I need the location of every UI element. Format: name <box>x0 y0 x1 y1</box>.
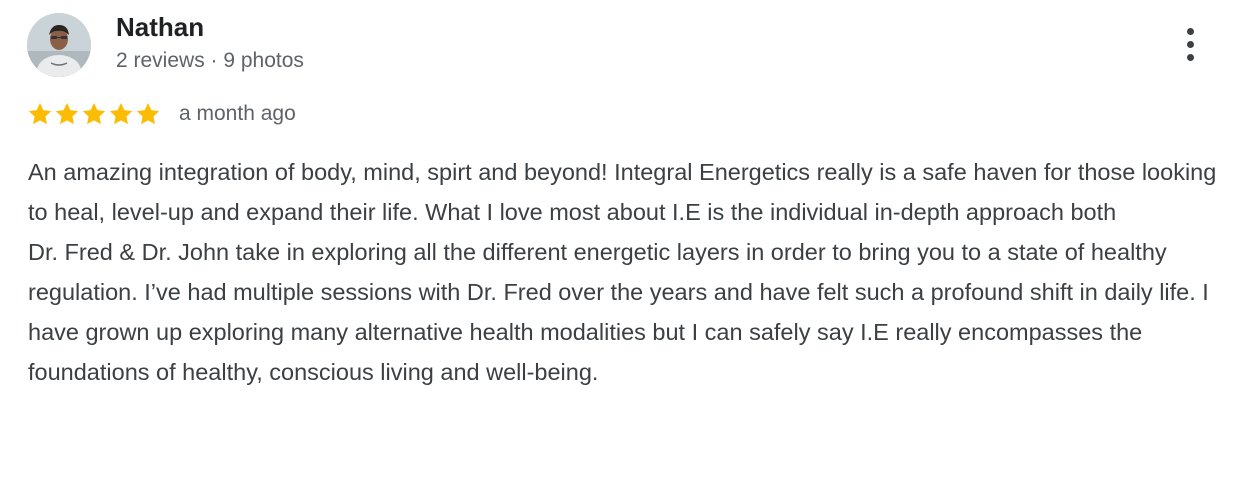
more-options-button[interactable] <box>1168 22 1212 66</box>
star-rating <box>27 101 161 127</box>
reviewer-name[interactable]: Nathan <box>116 12 204 42</box>
star-icon <box>28 102 52 125</box>
review-paragraph: An amazing integration of body, mind, sp… <box>28 159 1217 225</box>
review-text: An amazing integration of body, mind, sp… <box>28 152 1218 392</box>
more-vert-icon-dot <box>1186 27 1194 35</box>
star-icon <box>82 102 106 125</box>
star-icon <box>55 102 79 125</box>
reviewer-meta: 2 reviews · 9 photos <box>116 49 304 72</box>
avatar-photo <box>27 13 91 77</box>
more-vert-icon-dot <box>1186 40 1194 48</box>
reviewer-avatar[interactable] <box>27 13 91 77</box>
rating-row: a month ago <box>27 99 296 129</box>
star-icon <box>109 102 133 125</box>
more-vert-icon-dot <box>1186 53 1194 61</box>
review-date: a month ago <box>179 102 296 125</box>
star-icon <box>136 102 160 125</box>
review-paragraph: Dr. Fred & Dr. John take in exploring al… <box>28 239 1209 385</box>
review-card: Nathan 2 reviews · 9 photos a month ago … <box>0 0 1234 500</box>
